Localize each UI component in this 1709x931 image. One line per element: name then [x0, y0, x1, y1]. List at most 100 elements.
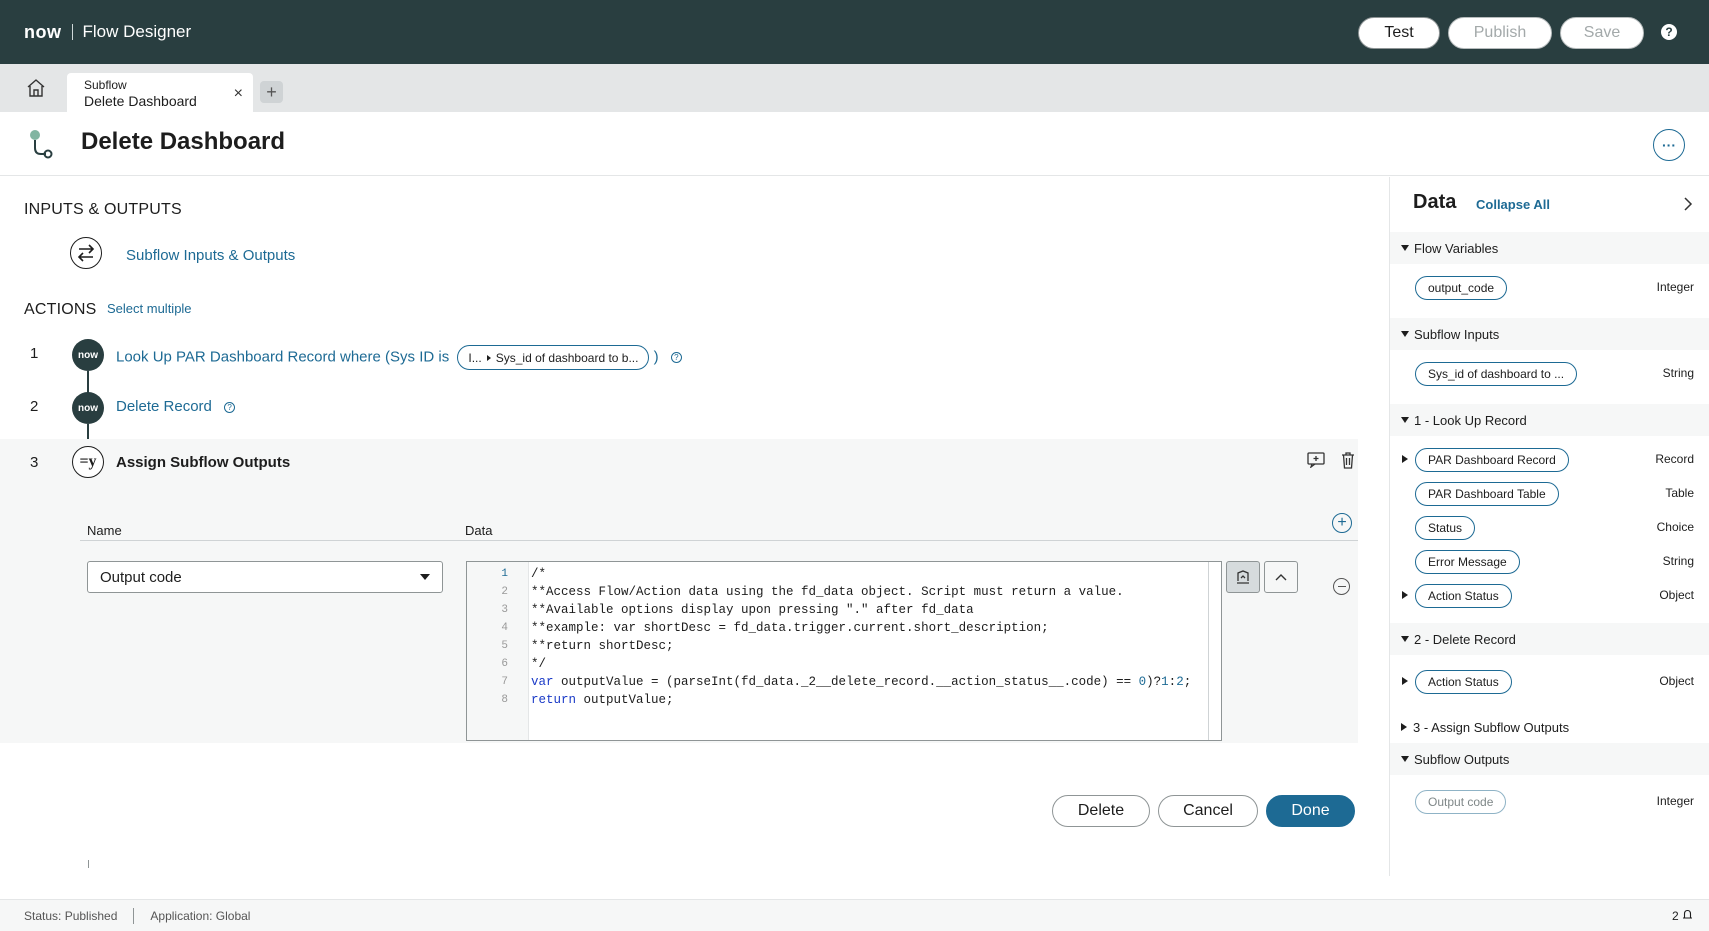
par-dashboard-table-pill[interactable]: PAR Dashboard Table: [1415, 482, 1559, 506]
script-editor[interactable]: 1 2 3 4 5 6 7 8 /* **Access Flow/Action data usi…: [466, 561, 1222, 741]
line-number: 3: [501, 604, 508, 616]
expand-icon[interactable]: [1402, 677, 1408, 685]
notifications-indicator[interactable]: 2: [1672, 909, 1693, 923]
data-item: Output code Integer: [1390, 786, 1709, 818]
close-tab-icon[interactable]: ×: [234, 86, 243, 102]
more-options-button[interactable]: ···: [1653, 129, 1685, 161]
select-multiple-link[interactable]: Select multiple: [107, 301, 192, 316]
script-toggle-button[interactable]: [1226, 561, 1260, 593]
subflow-outputs-group[interactable]: Subflow Outputs: [1390, 743, 1709, 775]
code-line[interactable]: /*: [531, 565, 1221, 583]
group-label: Subflow Inputs: [1414, 326, 1500, 342]
data-type: Table: [1665, 486, 1694, 500]
code-line[interactable]: **example: var shortDesc = fd_data.trigg…: [531, 619, 1221, 637]
expand-icon: [1401, 636, 1409, 642]
data-item: output_code Integer: [1390, 272, 1709, 304]
flow-end-connector: [88, 860, 89, 868]
trash-icon[interactable]: [1338, 450, 1358, 470]
status-separator: [133, 907, 135, 924]
inputs-outputs-icon[interactable]: [70, 237, 102, 269]
flow-variables-group[interactable]: Flow Variables: [1390, 232, 1709, 264]
step-1-label[interactable]: Look Up PAR Dashboard Record where (Sys …: [116, 349, 449, 366]
data-item: Sys_id of dashboard to ... String: [1390, 358, 1709, 390]
line-number: 6: [501, 658, 508, 670]
action-status-pill[interactable]: Action Status: [1415, 670, 1512, 694]
pill-prefix: I...: [468, 350, 482, 365]
line-number: 2: [501, 586, 508, 598]
cancel-button[interactable]: Cancel: [1158, 795, 1258, 827]
tab-delete-dashboard[interactable]: Subflow Delete Dashboard ×: [67, 73, 253, 112]
expand-icon[interactable]: [1402, 455, 1408, 463]
pill-expand-icon: [486, 354, 491, 361]
servicenow-logo[interactable]: now: [24, 22, 62, 43]
step-connector: [87, 371, 89, 393]
info-icon[interactable]: ?: [670, 352, 682, 364]
code-line[interactable]: **Access Flow/Action data using the fd_d…: [531, 583, 1221, 601]
step-number: 1: [30, 345, 39, 362]
data-item: PAR Dashboard Record Record: [1390, 444, 1709, 476]
sys-id-input-pill[interactable]: Sys_id of dashboard to ...: [1415, 362, 1578, 386]
step-2-label[interactable]: Delete Record: [116, 398, 212, 415]
error-message-pill[interactable]: Error Message: [1415, 550, 1520, 574]
group-label: Flow Variables: [1414, 240, 1499, 256]
expand-icon[interactable]: [1402, 591, 1408, 599]
step-1-row[interactable]: Look Up PAR Dashboard Record where (Sys …: [116, 345, 682, 370]
delete-button[interactable]: Delete: [1052, 795, 1150, 827]
step-number: 3: [30, 454, 39, 471]
add-output-icon[interactable]: +: [1332, 513, 1352, 533]
data-type: Object: [1659, 674, 1694, 688]
step-2-row[interactable]: Delete Record ?: [116, 398, 236, 415]
remove-output-icon[interactable]: [1333, 578, 1350, 595]
delete-record-group[interactable]: 2 - Delete Record: [1390, 623, 1709, 655]
subflow-inputs-group[interactable]: Subflow Inputs: [1390, 318, 1709, 350]
add-comment-icon[interactable]: [1306, 450, 1326, 470]
collapse-editor-button[interactable]: [1264, 561, 1298, 593]
publish-status: Status: Published: [24, 908, 118, 923]
data-item: Error Message String: [1390, 546, 1709, 578]
subflow-inputs-outputs-link[interactable]: Subflow Inputs & Outputs: [126, 247, 295, 264]
step-3-label[interactable]: Assign Subflow Outputs: [116, 454, 290, 471]
bell-icon: [1683, 909, 1692, 919]
data-item: Action Status Object: [1390, 580, 1709, 612]
test-button[interactable]: Test: [1358, 17, 1440, 49]
par-dashboard-record-pill[interactable]: PAR Dashboard Record: [1415, 448, 1569, 472]
lookup-record-group[interactable]: 1 - Look Up Record: [1390, 404, 1709, 436]
code-line[interactable]: var outputValue = (parseInt(fd_data._2__…: [531, 673, 1221, 691]
assign-outputs-group[interactable]: 3 - Assign Subflow Outputs: [1390, 711, 1709, 743]
expand-icon: [1401, 723, 1407, 731]
name-column-header: Name: [87, 523, 122, 538]
editor-scrollbar[interactable]: [1208, 562, 1209, 740]
sys-id-data-pill[interactable]: I... Sys_id of dashboard to b...: [457, 345, 650, 370]
chevron-right-icon[interactable]: [1683, 197, 1693, 214]
group-label: 3 - Assign Subflow Outputs: [1413, 719, 1570, 735]
output-name-select[interactable]: Output code: [87, 561, 443, 593]
status-bar: Status: Published Application: Global 2: [0, 899, 1709, 931]
inputs-outputs-heading: INPUTS & OUTPUTS: [24, 201, 182, 218]
data-type: String: [1662, 554, 1694, 568]
assign-outputs-icon: =y: [72, 446, 104, 478]
code-line[interactable]: **return shortDesc;: [531, 637, 1221, 655]
add-tab-button[interactable]: +: [260, 81, 283, 103]
application-scope: Application: Global: [150, 908, 251, 923]
code-line[interactable]: */: [531, 655, 1221, 673]
help-icon[interactable]: ?: [1661, 24, 1677, 40]
home-icon[interactable]: [22, 74, 50, 102]
status-pill[interactable]: Status: [1415, 516, 1476, 540]
save-button[interactable]: Save: [1560, 17, 1644, 49]
expand-icon: [1401, 331, 1409, 337]
code-line[interactable]: return outputValue;: [531, 691, 1221, 709]
code-area[interactable]: /* **Access Flow/Action data using the fd…: [529, 562, 1221, 740]
output-code-variable-pill[interactable]: output_code: [1415, 276, 1508, 300]
data-type: Integer: [1656, 794, 1694, 808]
code-line[interactable]: **Available options display upon pressin…: [531, 601, 1221, 619]
collapse-all-link[interactable]: Collapse All: [1476, 197, 1550, 212]
publish-button[interactable]: Publish: [1448, 17, 1552, 49]
done-button[interactable]: Done: [1266, 795, 1355, 827]
data-type: Record: [1655, 452, 1694, 466]
line-number: 1: [501, 568, 508, 580]
output-code-pill[interactable]: Output code: [1415, 790, 1507, 814]
info-icon[interactable]: ?: [224, 401, 236, 413]
now-action-icon: now: [72, 392, 104, 424]
group-label: Subflow Outputs: [1414, 751, 1510, 767]
action-status-pill[interactable]: Action Status: [1415, 584, 1512, 608]
